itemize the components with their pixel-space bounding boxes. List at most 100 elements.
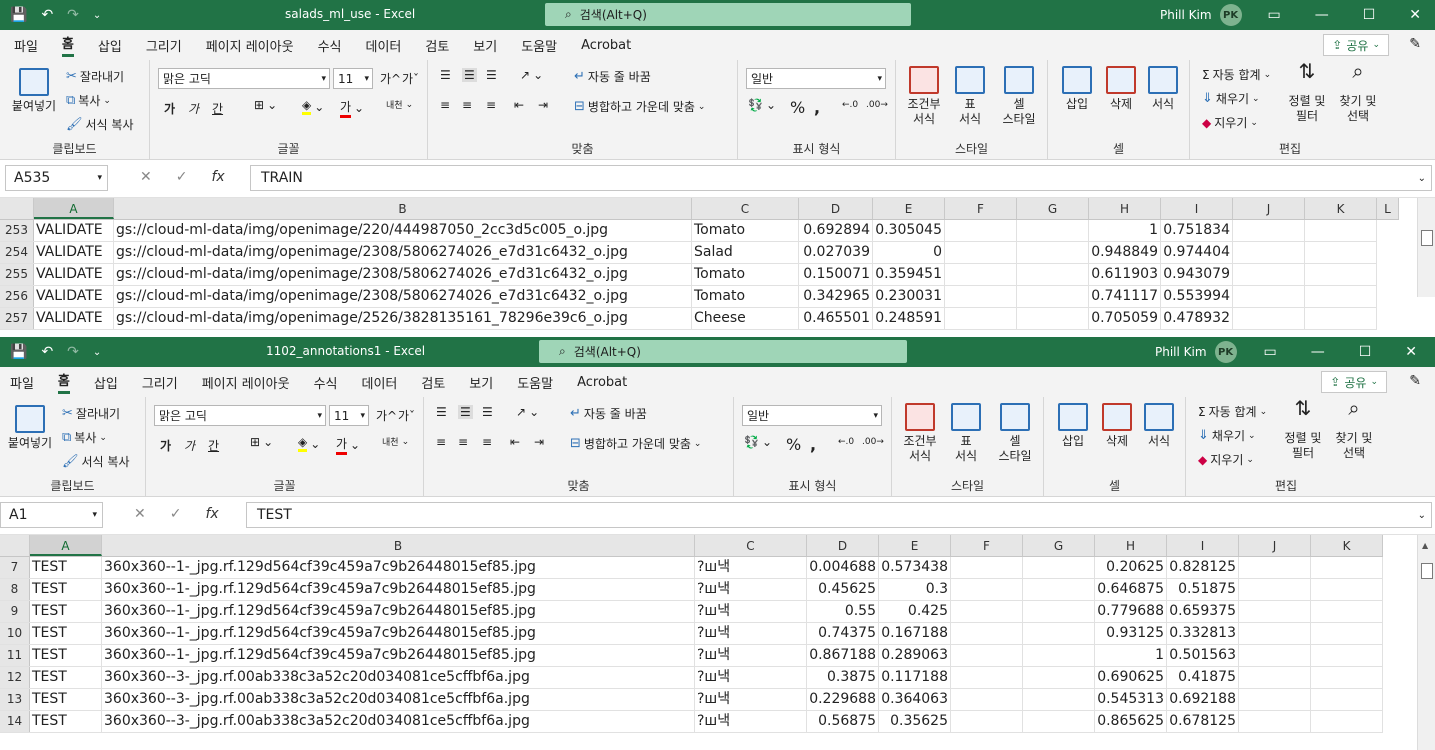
column-header[interactable]: E [873, 198, 945, 219]
underline-button[interactable]: 간 [208, 437, 219, 454]
cell[interactable] [951, 601, 1023, 622]
cell[interactable] [945, 308, 1017, 329]
cell[interactable]: 0.705059 [1089, 308, 1161, 329]
cell[interactable]: 0 [873, 242, 945, 263]
column-header[interactable]: A [30, 535, 102, 556]
phonetic-button[interactable]: 내천 ⌄ [386, 98, 413, 112]
column-header[interactable]: I [1161, 198, 1233, 219]
font-color-button[interactable]: 가 ⌄ [336, 435, 360, 455]
cell[interactable]: 0.690625 [1095, 667, 1167, 688]
row-header[interactable]: 255 [0, 264, 34, 285]
align-left-button[interactable]: ≡ [440, 98, 450, 112]
accounting-button[interactable]: 💱 ⌄ [744, 435, 772, 449]
column-header[interactable]: E [879, 535, 951, 556]
cell[interactable]: VALIDATE [34, 220, 114, 241]
delete-cells-button[interactable]: 삭제 [1102, 66, 1140, 112]
align-middle-button[interactable]: ☰ [462, 68, 477, 82]
delete-cells-button[interactable]: 삭제 [1098, 403, 1136, 449]
cell[interactable]: gs://cloud-ml-data/img/openimage/2526/38… [114, 308, 692, 329]
cell[interactable]: 0.573438 [879, 557, 951, 578]
cell[interactable]: Cheese [692, 308, 799, 329]
cell[interactable]: 360x360--1-_jpg.rf.129d564cf39c459a7c9b2… [102, 623, 695, 644]
tab-insert[interactable]: 삽입 [98, 36, 122, 55]
cell[interactable]: 0.117188 [879, 667, 951, 688]
cell[interactable] [1239, 623, 1311, 644]
fill-button[interactable]: ⇓ 채우기 ⌄ [1202, 90, 1260, 107]
column-header[interactable]: B [114, 198, 692, 219]
cell[interactable]: ?ш낵 [695, 579, 807, 600]
cell[interactable] [945, 242, 1017, 263]
cell[interactable] [945, 264, 1017, 285]
cell[interactable]: ?ш낵 [695, 623, 807, 644]
avatar[interactable]: PK [1219, 4, 1242, 26]
fill-color-button[interactable]: ◈ ⌄ [302, 98, 324, 115]
fill-color-button[interactable]: ◈ ⌄ [298, 435, 320, 452]
cell[interactable]: 0.646875 [1095, 579, 1167, 600]
merge-center-button[interactable]: ⊟ 병합하고 가운데 맞춤 ⌄ [574, 98, 705, 115]
column-header[interactable]: F [951, 535, 1023, 556]
ribbon-display-icon[interactable]: ▭ [1263, 344, 1276, 360]
redo-icon[interactable]: ↷ [67, 7, 79, 23]
row-header[interactable]: 10 [0, 623, 30, 644]
cell[interactable] [1017, 286, 1089, 307]
cell[interactable]: 0.93125 [1095, 623, 1167, 644]
decrease-indent-button[interactable]: ⇤ [510, 435, 520, 449]
font-grow-button[interactable]: 가^ [376, 407, 397, 424]
number-format-combo[interactable]: 일반 ▾ [746, 68, 886, 89]
cell[interactable]: 0.865625 [1095, 711, 1167, 732]
cell[interactable]: 0.425 [879, 601, 951, 622]
cancel-icon[interactable]: ✕ [134, 506, 146, 522]
cell[interactable] [1017, 308, 1089, 329]
cell[interactable]: Tomato [692, 264, 799, 285]
cell[interactable]: 0.305045 [873, 220, 945, 241]
sort-filter-button[interactable]: ⇅ 정렬 및 필터 [1280, 398, 1326, 461]
insert-cells-button[interactable]: 삽입 [1054, 403, 1092, 449]
cell-styles-button[interactable]: 셀 스타일 [994, 66, 1044, 127]
cell[interactable]: 0.779688 [1095, 601, 1167, 622]
tab-help[interactable]: 도움말 [517, 373, 553, 392]
column-header[interactable]: H [1089, 198, 1161, 219]
cell[interactable]: 360x360--1-_jpg.rf.129d564cf39c459a7c9b2… [102, 557, 695, 578]
cell[interactable]: 0.741117 [1089, 286, 1161, 307]
percent-button[interactable]: % [786, 435, 801, 454]
tab-acrobat[interactable]: Acrobat [577, 375, 627, 390]
scroll-thumb[interactable] [1421, 230, 1433, 246]
align-right-button[interactable]: ≡ [482, 435, 492, 449]
column-header[interactable]: B [102, 535, 695, 556]
tab-formulas[interactable]: 수식 [314, 373, 338, 392]
column-header[interactable]: J [1239, 535, 1311, 556]
increase-indent-button[interactable]: ⇥ [534, 435, 544, 449]
comments-icon[interactable]: ✎ [1409, 36, 1421, 52]
tab-acrobat[interactable]: Acrobat [581, 38, 631, 53]
cell[interactable]: 0.364063 [879, 689, 951, 710]
wrap-text-button[interactable]: ↵ 자동 줄 바꿈 [574, 68, 651, 85]
worksheet-grid[interactable]: A B C D E F G H I J K ▲ 7 TEST 360x360--1-… [0, 535, 1435, 750]
cell[interactable]: 0.867188 [807, 645, 879, 666]
scroll-thumb[interactable] [1421, 563, 1433, 579]
align-center-button[interactable]: ≡ [462, 98, 472, 112]
cell[interactable] [1017, 242, 1089, 263]
autosum-button[interactable]: Σ 자동 합계 ⌄ [1198, 403, 1267, 420]
row-header[interactable]: 12 [0, 667, 30, 688]
cell[interactable]: ?ш낵 [695, 645, 807, 666]
tab-data[interactable]: 데이터 [365, 36, 401, 55]
font-shrink-button[interactable]: 가ˇ [402, 70, 419, 87]
copy-button[interactable]: ⧉ 복사 ⌄ [66, 92, 111, 109]
scroll-up-icon[interactable]: ▲ [1422, 541, 1428, 550]
column-header[interactable]: D [799, 198, 873, 219]
cell[interactable]: ?ш낵 [695, 689, 807, 710]
wrap-text-button[interactable]: ↵ 자동 줄 바꿈 [570, 405, 647, 422]
autosum-button[interactable]: Σ 자동 합계 ⌄ [1202, 66, 1271, 83]
cell[interactable] [1023, 711, 1095, 732]
cell[interactable] [1239, 711, 1311, 732]
column-header[interactable]: I [1167, 535, 1239, 556]
cell[interactable] [1311, 601, 1383, 622]
cell[interactable]: VALIDATE [34, 308, 114, 329]
increase-indent-button[interactable]: ⇥ [538, 98, 548, 112]
orientation-button[interactable]: ↗ ⌄ [520, 68, 543, 82]
insert-cells-button[interactable]: 삽입 [1058, 66, 1096, 112]
row-header[interactable]: 8 [0, 579, 30, 600]
cell[interactable]: Tomato [692, 220, 799, 241]
cell[interactable]: 0.35625 [879, 711, 951, 732]
phonetic-button[interactable]: 내천 ⌄ [382, 435, 409, 449]
